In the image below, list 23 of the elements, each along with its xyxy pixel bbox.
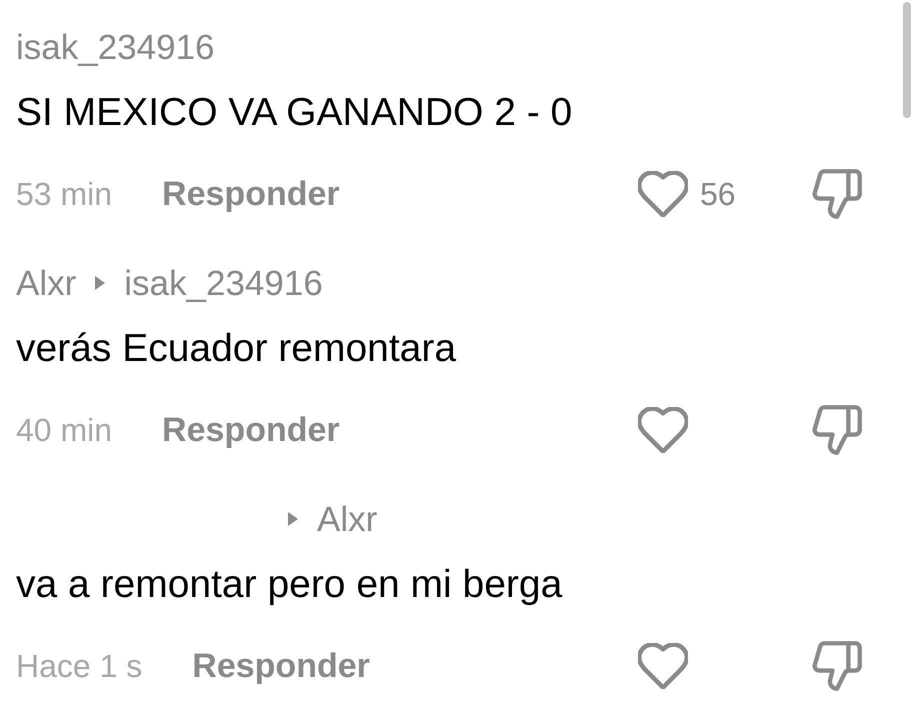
reply-button[interactable]: Responder <box>192 649 370 683</box>
thumbs-down-icon[interactable] <box>812 169 862 219</box>
scrollbar-thumb[interactable] <box>903 2 911 118</box>
heart-icon[interactable] <box>638 643 688 689</box>
caret-right-icon <box>287 511 299 527</box>
thumbs-down-icon[interactable] <box>812 641 862 691</box>
thumbs-down-icon[interactable] <box>812 405 862 455</box>
comment-author[interactable]: isak_234916 <box>16 30 214 64</box>
comment-text: verás Ecuador remontara <box>16 328 456 368</box>
comment-time: Hace 1 s <box>16 650 142 682</box>
comment-text: va a remontar pero en mi berga <box>16 564 562 604</box>
reply-button[interactable]: Responder <box>162 177 340 211</box>
reply-to-author[interactable]: Alxr <box>317 502 378 536</box>
comment-time: 40 min <box>16 414 112 446</box>
reply-button[interactable]: Responder <box>162 413 340 447</box>
comment-text: SI MEXICO VA GANANDO 2 - 0 <box>16 92 572 132</box>
caret-right-icon <box>94 275 106 291</box>
heart-icon[interactable] <box>638 407 688 453</box>
heart-icon[interactable] <box>638 171 688 217</box>
comment-time: 53 min <box>16 178 112 210</box>
reply-to-author[interactable]: isak_234916 <box>124 266 323 300</box>
like-count: 56 <box>700 178 736 210</box>
comment-author[interactable]: Alxr <box>16 266 76 300</box>
